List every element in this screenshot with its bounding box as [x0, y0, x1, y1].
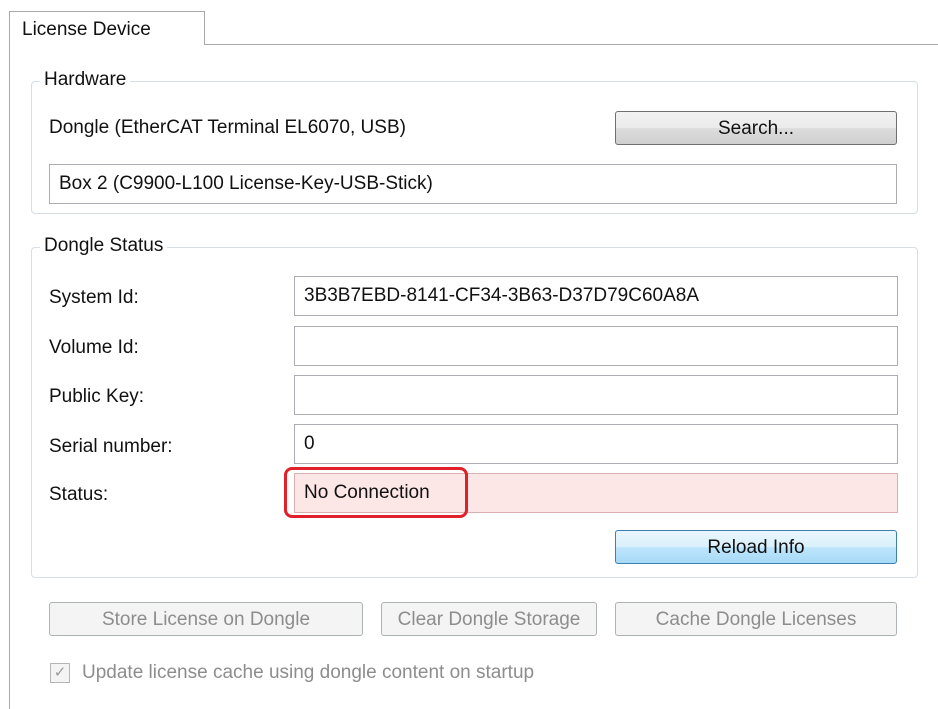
status-highlight-box	[284, 467, 468, 518]
reload-info-button[interactable]: Reload Info	[615, 530, 897, 564]
status-label: Status:	[49, 484, 109, 505]
serial-number-field[interactable]: 0	[294, 424, 898, 464]
store-license-on-dongle-button[interactable]: Store License on Dongle	[49, 602, 363, 636]
clear-dongle-storage-button[interactable]: Clear Dongle Storage	[381, 602, 597, 636]
dongle-type-label: Dongle (EtherCAT Terminal EL6070, USB)	[49, 117, 406, 138]
serial-number-label: Serial number:	[49, 436, 173, 457]
dongle-status-legend: Dongle Status	[40, 235, 168, 257]
system-id-field[interactable]: 3B3B7EBD-8141-CF34-3B63-D37D79C60A8A	[294, 276, 898, 316]
hardware-legend: Hardware	[40, 69, 131, 91]
update-cache-label: Update license cache using dongle conten…	[82, 662, 535, 683]
cache-dongle-licenses-button[interactable]: Cache Dongle Licenses	[615, 602, 897, 636]
volume-id-field[interactable]	[294, 326, 898, 366]
public-key-label: Public Key:	[49, 386, 145, 407]
system-id-label: System Id:	[49, 287, 139, 308]
tab-license-device[interactable]: License Device	[9, 11, 205, 46]
update-cache-checkbox[interactable]: ✓	[50, 663, 70, 683]
public-key-field[interactable]	[294, 375, 898, 415]
search-button[interactable]: Search...	[615, 111, 897, 145]
checkmark-icon: ✓	[53, 664, 67, 681]
tab-label: License Device	[22, 19, 151, 40]
volume-id-label: Volume Id:	[49, 337, 139, 358]
selected-device-field[interactable]: Box 2 (C9900-L100 License-Key-USB-Stick)	[49, 164, 897, 204]
